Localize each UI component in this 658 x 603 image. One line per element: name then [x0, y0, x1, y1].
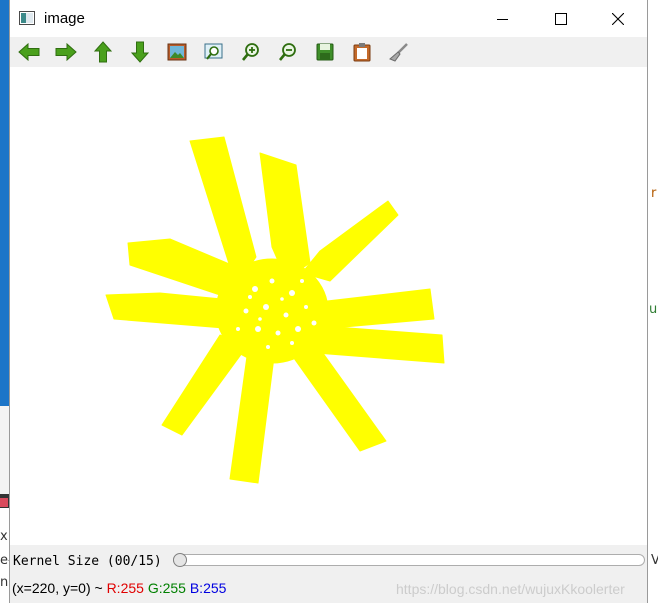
kernel-size-slider[interactable] — [173, 554, 645, 566]
background-text: u — [649, 302, 658, 317]
zoom-area-icon — [204, 43, 223, 60]
flower-image — [105, 136, 445, 484]
arrow-up-icon — [94, 41, 112, 63]
cursor-coordinates: (x=220, y=0) ~ — [12, 580, 107, 596]
copy-button[interactable] — [350, 41, 374, 63]
pixel-info: (x=220, y=0) ~ R:255 G:255 B:255 — [12, 580, 226, 596]
green-value: G:255 — [147, 580, 186, 596]
arrow-down-icon — [131, 41, 149, 63]
pan-up-button[interactable] — [91, 41, 115, 63]
zoom-out-icon — [278, 43, 296, 61]
background-text: n — [0, 575, 9, 590]
minimize-button[interactable] — [480, 0, 525, 37]
close-icon — [611, 12, 624, 25]
pan-right-button[interactable] — [54, 41, 78, 63]
app-window-icon — [19, 11, 35, 25]
brush-icon — [389, 43, 408, 62]
trackbar-row: Kernel Size (00/15) — [10, 545, 647, 573]
zoom-area-button[interactable] — [202, 41, 226, 63]
picture-icon — [167, 43, 187, 61]
trackbar-label: Kernel Size (00/15) — [13, 554, 162, 569]
kernel-size-slider-thumb[interactable] — [173, 553, 187, 567]
title-bar[interactable]: image — [10, 0, 647, 37]
pan-down-button[interactable] — [128, 41, 152, 63]
watermark: https://blog.csdn.net/wujuxKkoolerter — [396, 581, 625, 597]
clipboard-icon — [353, 43, 371, 62]
toolbar — [10, 37, 647, 67]
zoom-fit-button[interactable] — [165, 41, 189, 63]
save-icon — [316, 43, 334, 61]
zoom-in-button[interactable] — [239, 41, 263, 63]
background-text: V — [651, 553, 658, 568]
minimize-icon — [496, 18, 508, 20]
pan-left-button[interactable] — [17, 41, 41, 63]
background-marker — [0, 498, 8, 507]
window-title: image — [44, 10, 85, 27]
zoom-out-button[interactable] — [276, 41, 300, 63]
background-text: r — [651, 186, 657, 201]
red-value: R:255 — [106, 580, 144, 596]
maximize-icon — [554, 12, 567, 25]
status-bar: (x=220, y=0) ~ R:255 G:255 B:255 https:/… — [10, 573, 647, 603]
properties-button[interactable] — [387, 41, 411, 63]
save-button[interactable] — [313, 41, 337, 63]
close-button[interactable] — [595, 0, 640, 37]
arrow-right-icon — [55, 43, 77, 61]
image-window: image Kernel Size (00/15) (x=220, y=0) ~… — [9, 0, 648, 603]
maximize-button[interactable] — [538, 0, 583, 37]
image-canvas[interactable] — [10, 67, 647, 545]
blue-value: B:255 — [189, 580, 227, 596]
zoom-in-icon — [241, 43, 259, 61]
arrow-left-icon — [18, 43, 40, 61]
